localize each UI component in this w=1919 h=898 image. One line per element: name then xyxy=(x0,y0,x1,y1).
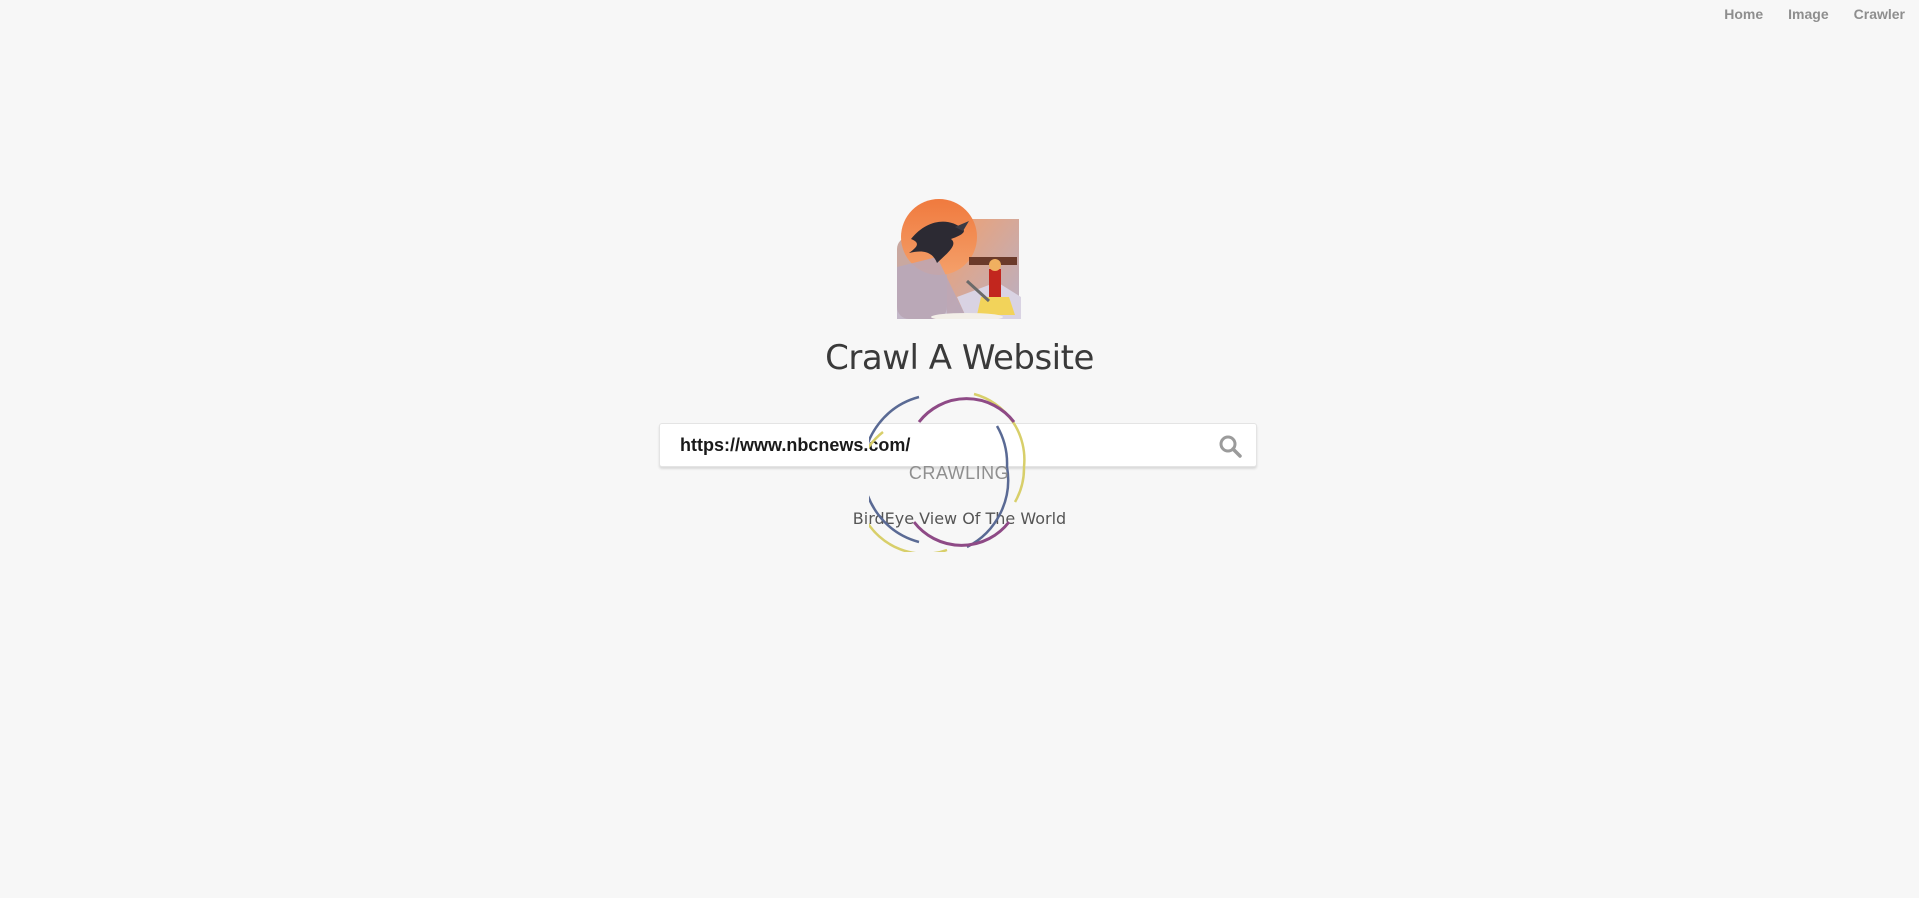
nav-crawler-link[interactable]: Crawler xyxy=(1854,6,1905,22)
search-box xyxy=(659,423,1257,467)
page-subtitle: BirdEye View Of The World xyxy=(852,509,1067,528)
url-input[interactable] xyxy=(680,424,1180,466)
top-nav: Home Image Crawler xyxy=(1724,6,1905,22)
nav-home-link[interactable]: Home xyxy=(1724,6,1763,22)
page-title: Crawl A Website xyxy=(825,338,1094,378)
crawling-loader: CRAWLING xyxy=(855,392,1049,556)
nav-image-link[interactable]: Image xyxy=(1788,6,1828,22)
page: Home Image Crawler Crawl A Website https… xyxy=(0,0,1919,898)
search-icon[interactable] xyxy=(1218,434,1242,458)
loader-rings-icon xyxy=(855,392,1026,556)
logo-image xyxy=(897,199,1021,319)
